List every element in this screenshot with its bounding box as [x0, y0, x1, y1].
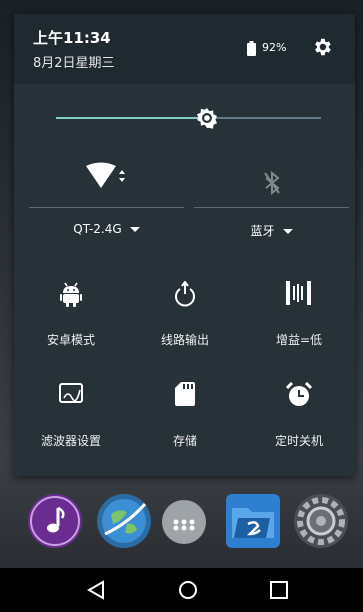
- status-header: 上午11:34 8月2日星期三 92%: [14, 14, 355, 84]
- tile-label: 增益=低: [275, 333, 323, 347]
- quick-settings-panel: 上午11:34 8月2日星期三 92% QT-2.4G 蓝牙 安卓模式 线路输出…: [14, 14, 355, 476]
- folder-icon: [232, 508, 274, 538]
- filter-icon: [59, 383, 83, 403]
- gain-icon: [286, 281, 311, 305]
- tile-android-mode[interactable]: 安卓模式: [14, 281, 128, 361]
- settings-app-icon[interactable]: [294, 494, 348, 548]
- alarm-icon: [286, 382, 312, 406]
- tile-line-out[interactable]: 线路输出: [128, 281, 242, 361]
- home-icon[interactable]: [176, 578, 200, 602]
- clock-time: 上午11:34: [33, 29, 111, 47]
- toggle-divider: [194, 207, 349, 208]
- slider-fill: [56, 117, 207, 119]
- wifi-network-label[interactable]: QT-2.4G: [29, 222, 184, 236]
- bluetooth-toggle[interactable]: [194, 157, 349, 217]
- bluetooth-label[interactable]: 蓝牙: [194, 222, 349, 239]
- dots-icon: [173, 519, 195, 531]
- home-dock: [0, 490, 363, 560]
- battery-percent: 92%: [262, 41, 287, 54]
- navigation-bar: [0, 568, 363, 612]
- globe-icon: [102, 499, 147, 543]
- brightness-icon[interactable]: [195, 106, 219, 130]
- tile-gain[interactable]: 增益=低: [242, 281, 356, 361]
- tile-filter-settings[interactable]: 滤波器设置: [14, 382, 128, 462]
- clock-date: 8月2日星期三: [33, 56, 115, 71]
- gear-icon[interactable]: [311, 36, 333, 58]
- tile-label: 线路输出: [160, 333, 209, 347]
- tile-timer-shutdown[interactable]: 定时关机: [242, 382, 356, 462]
- gear-icon: [297, 497, 345, 545]
- tile-label: 存储: [172, 434, 197, 448]
- tile-label: 滤波器设置: [40, 434, 101, 448]
- sdcard-icon: [175, 382, 195, 406]
- toggle-divider: [29, 207, 184, 208]
- file-explorer-app-icon[interactable]: [226, 494, 280, 548]
- tile-label: 安卓模式: [46, 333, 95, 347]
- back-icon[interactable]: [84, 578, 108, 602]
- chevron-down-icon: [129, 227, 140, 232]
- tile-label: 定时关机: [274, 434, 323, 448]
- android-icon: [60, 282, 82, 307]
- brightness-slider[interactable]: [56, 106, 321, 130]
- chevron-down-icon: [282, 229, 293, 234]
- recents-icon[interactable]: [267, 578, 291, 602]
- music-note-icon: [30, 496, 80, 546]
- app-drawer-icon[interactable]: [162, 500, 206, 544]
- wifi-icon: [85, 162, 125, 188]
- battery-icon: [247, 41, 256, 56]
- power-icon: [175, 281, 195, 307]
- music-app-icon[interactable]: [28, 494, 82, 548]
- tile-storage[interactable]: 存储: [128, 382, 242, 462]
- browser-app-icon[interactable]: [97, 494, 151, 548]
- bluetooth-icon: [263, 171, 280, 195]
- wifi-toggle[interactable]: [29, 157, 184, 217]
